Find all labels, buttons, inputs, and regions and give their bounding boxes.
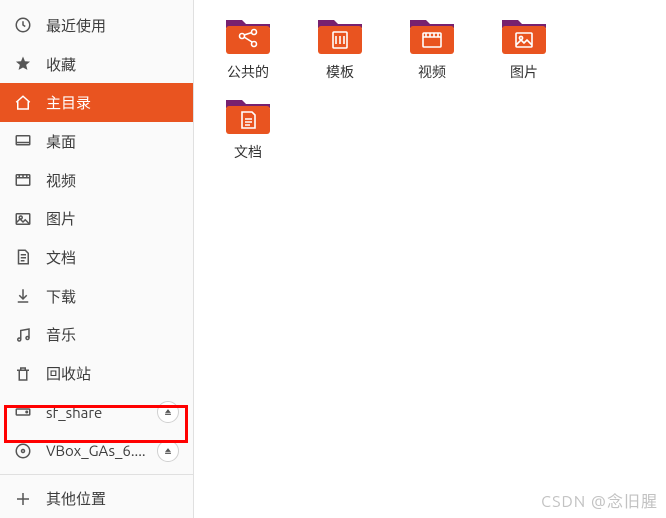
- sidebar-item-pictures[interactable]: 图片: [0, 199, 193, 238]
- folder-icon: [224, 14, 272, 58]
- documents-icon: [14, 248, 32, 266]
- sidebar-item-videos[interactable]: 视频: [0, 161, 193, 200]
- folder-icon: [408, 14, 456, 58]
- folder-label: 文档: [234, 142, 262, 162]
- downloads-icon: [14, 287, 32, 305]
- sidebar-item-label: 音乐: [46, 324, 179, 345]
- disc-icon: [14, 442, 32, 460]
- folder-pictures[interactable]: 图片: [478, 10, 570, 90]
- home-icon: [14, 94, 32, 112]
- sidebar-item-downloads[interactable]: 下载: [0, 277, 193, 316]
- drive-icon: [14, 403, 32, 421]
- file-view[interactable]: 公共的 模板 视频 图片 文档: [194, 0, 666, 518]
- folder-label: 公共的: [227, 62, 269, 82]
- sidebar-item-recent[interactable]: 最近使用: [0, 6, 193, 45]
- clock-icon: [14, 16, 32, 34]
- sidebar-item-desktop[interactable]: 桌面: [0, 122, 193, 161]
- folder-label: 模板: [326, 62, 354, 82]
- sidebar-item-home[interactable]: 主目录: [0, 83, 193, 122]
- folder-icon: [316, 14, 364, 58]
- sidebar-item-label: 视频: [46, 170, 179, 191]
- music-icon: [14, 326, 32, 344]
- eject-button[interactable]: [157, 401, 179, 423]
- folder-public[interactable]: 公共的: [202, 10, 294, 90]
- folder-templates[interactable]: 模板: [294, 10, 386, 90]
- sidebar-item-vbox-gas[interactable]: VBox_GAs_6....: [0, 432, 193, 471]
- sidebar-item-documents[interactable]: 文档: [0, 238, 193, 277]
- sidebar-item-label: VBox_GAs_6....: [46, 442, 157, 459]
- star-icon: [14, 55, 32, 73]
- video-icon: [14, 171, 32, 189]
- sidebar-item-label: 最近使用: [46, 15, 179, 36]
- sidebar-item-label: 图片: [46, 208, 179, 229]
- sidebar-item-sf-share[interactable]: sf_share: [0, 393, 193, 432]
- eject-button[interactable]: [157, 440, 179, 462]
- trash-icon: [14, 365, 32, 383]
- sidebar-item-label: 下载: [46, 286, 179, 307]
- sidebar-item-music[interactable]: 音乐: [0, 316, 193, 355]
- sidebar-item-label: 文档: [46, 247, 179, 268]
- sidebar-item-label: sf_share: [46, 404, 157, 421]
- sidebar-item-label: 收藏: [46, 54, 179, 75]
- plus-icon: [14, 490, 32, 508]
- folder-documents[interactable]: 文档: [202, 90, 294, 170]
- sidebar: 最近使用 收藏 主目录 桌面 视频: [0, 0, 194, 518]
- pictures-icon: [14, 210, 32, 228]
- sidebar-item-other-locations[interactable]: 其他位置: [0, 479, 193, 518]
- folder-icon: [224, 94, 272, 138]
- desktop-icon: [14, 132, 32, 150]
- sidebar-item-trash[interactable]: 回收站: [0, 354, 193, 393]
- sidebar-item-label: 主目录: [46, 92, 179, 113]
- sidebar-item-label: 桌面: [46, 131, 179, 152]
- sidebar-item-starred[interactable]: 收藏: [0, 45, 193, 84]
- folder-videos[interactable]: 视频: [386, 10, 478, 90]
- folder-icon: [500, 14, 548, 58]
- folder-label: 视频: [418, 62, 446, 82]
- sidebar-item-label: 回收站: [46, 363, 179, 384]
- folder-label: 图片: [510, 62, 538, 82]
- sidebar-divider: [0, 474, 193, 475]
- sidebar-item-label: 其他位置: [46, 488, 179, 509]
